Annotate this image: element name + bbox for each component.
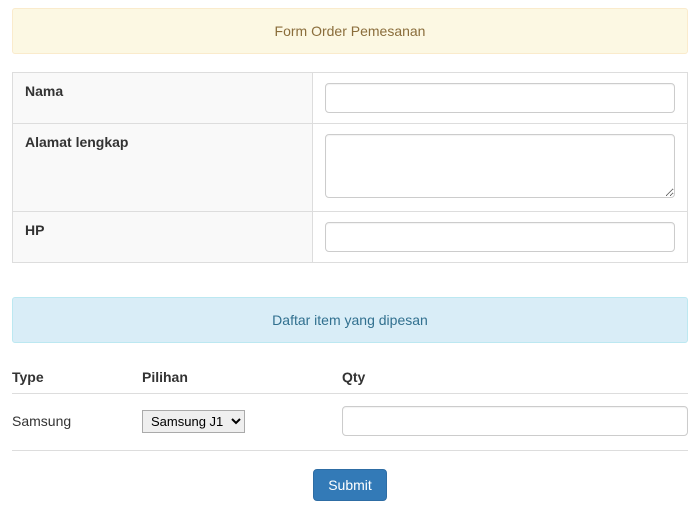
col-qty-header: Qty [342,369,688,385]
items-header-row: Type Pilihan Qty [12,369,688,394]
qty-input[interactable] [342,406,688,436]
form-title: Form Order Pemesanan [275,23,426,39]
alamat-label: Alamat lengkap [13,124,313,212]
item-type: Samsung [12,413,142,429]
form-title-panel: Form Order Pemesanan [12,8,688,54]
order-form-table: Nama Alamat lengkap HP [12,72,688,263]
hp-label: HP [13,212,313,263]
hp-input[interactable] [325,222,675,252]
col-pilihan-header: Pilihan [142,369,342,385]
items-title: Daftar item yang dipesan [272,312,428,328]
items-title-panel: Daftar item yang dipesan [12,297,688,343]
col-type-header: Type [12,369,142,385]
nama-label: Nama [13,73,313,124]
pilihan-select[interactable]: Samsung J1 [142,410,245,433]
alamat-textarea[interactable] [325,134,675,198]
item-row: Samsung Samsung J1 [12,406,688,451]
nama-input[interactable] [325,83,675,113]
submit-button[interactable]: Submit [313,469,387,501]
